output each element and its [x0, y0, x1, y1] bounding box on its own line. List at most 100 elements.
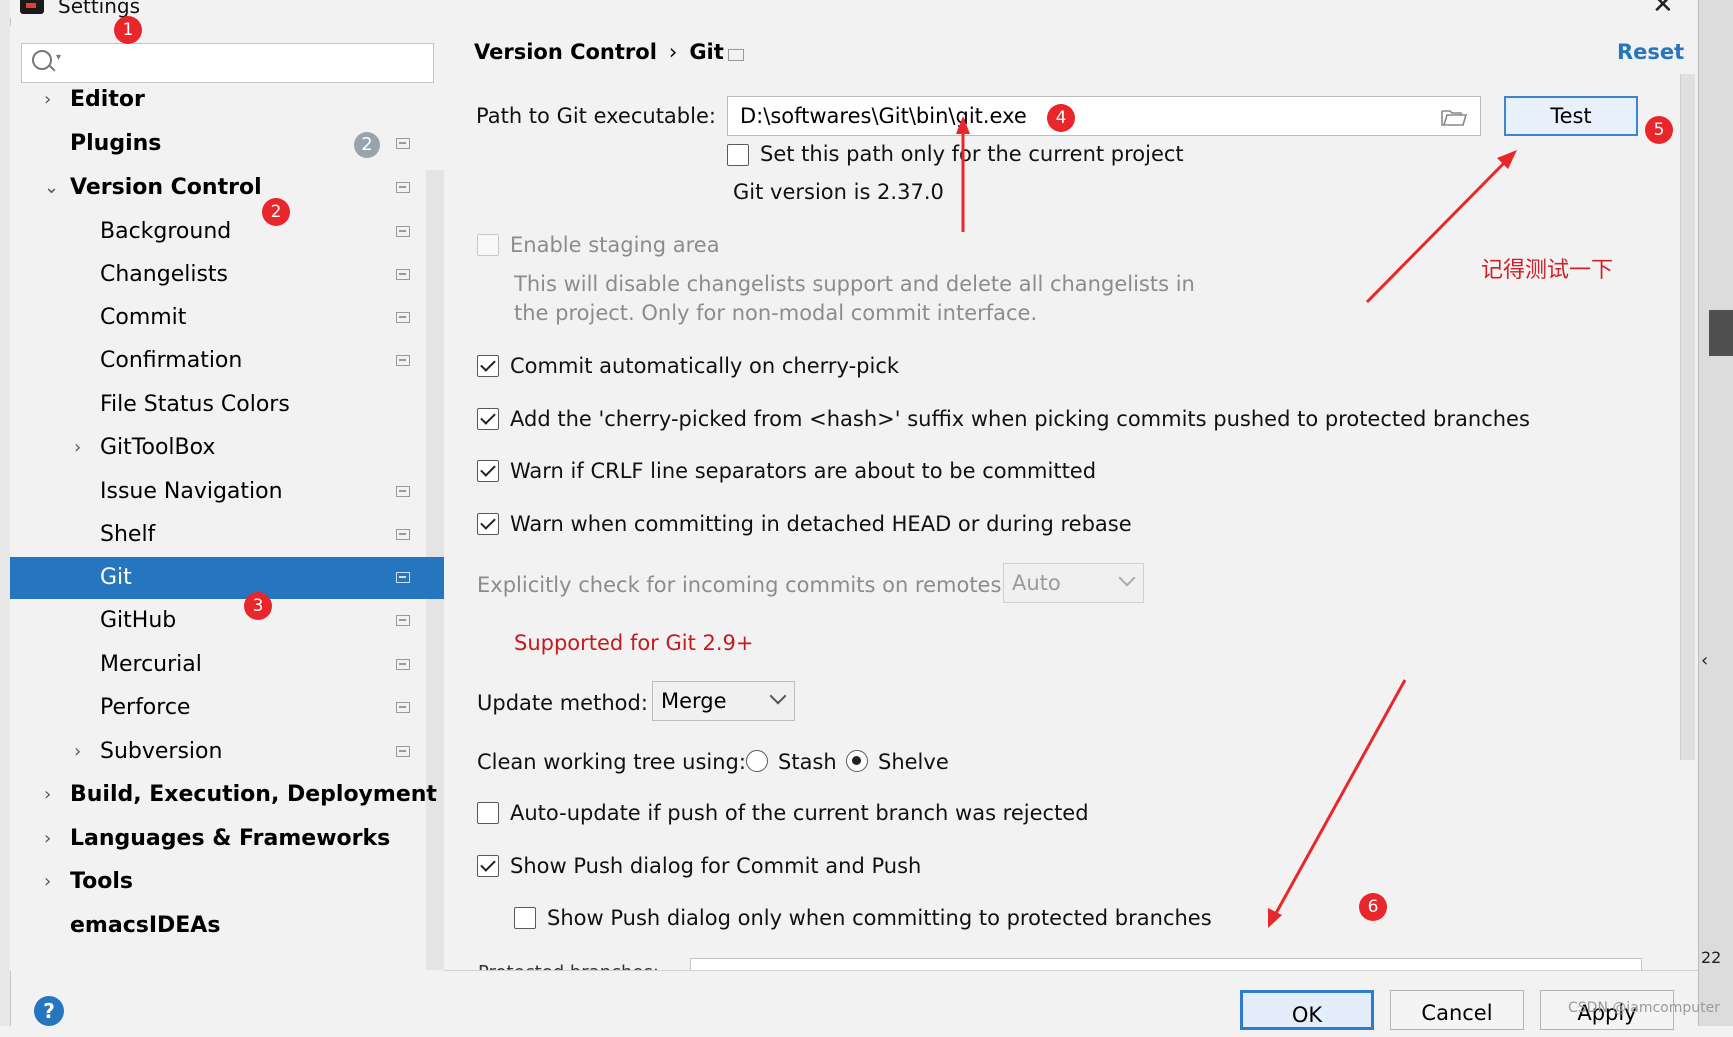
sidebar-item-github[interactable]: GitHub — [10, 600, 444, 642]
sidebar-item-label: Git — [100, 565, 132, 590]
cherry-pick-checkbox[interactable] — [477, 355, 499, 377]
project-scope-icon — [396, 182, 410, 193]
sidebar-item-label: Commit — [100, 305, 187, 330]
ok-button[interactable]: OK — [1240, 990, 1374, 1030]
auto-update-checkbox[interactable] — [477, 802, 499, 824]
suffix-label: Add the 'cherry-picked from <hash>' suff… — [510, 407, 1530, 431]
sidebar-item-issue-navigation[interactable]: Issue Navigation — [10, 471, 444, 513]
shelve-radio[interactable] — [846, 750, 868, 772]
desktop-right-edge: ‹ 22 — [1698, 0, 1733, 1026]
sidebar-item-label: Confirmation — [100, 348, 243, 373]
path-label: Path to Git executable: — [476, 104, 716, 128]
protected-branches-input[interactable] — [690, 958, 1642, 970]
git-path-input[interactable]: D:\softwares\Git\bin\git.exe — [727, 96, 1481, 136]
chevron-right-icon[interactable]: › — [44, 861, 51, 903]
desktop-chevron: ‹ — [1701, 650, 1709, 671]
staging-area-checkbox[interactable] — [477, 234, 499, 256]
test-button[interactable]: Test — [1504, 96, 1638, 136]
incoming-commits-select[interactable]: Auto — [1003, 563, 1144, 603]
sidebar-item-plugins[interactable]: Plugins 2 — [10, 123, 444, 165]
reset-link[interactable]: Reset — [1617, 40, 1684, 64]
incoming-commits-value: Auto — [1012, 571, 1061, 595]
sidebar-item-emacsideas[interactable]: emacsIDEAs — [10, 905, 444, 947]
annotation-badge-4: 4 — [1047, 104, 1075, 132]
sidebar-item-confirmation[interactable]: Confirmation — [10, 340, 444, 382]
chevron-right-icon[interactable]: › — [44, 818, 51, 860]
chevron-right-icon[interactable]: › — [74, 427, 81, 469]
project-scope-icon — [396, 746, 410, 757]
sidebar-item-label: Version Control — [70, 175, 262, 200]
detached-head-label: Warn when committing in detached HEAD or… — [510, 512, 1132, 536]
sidebar-item-commit[interactable]: Commit — [10, 297, 444, 339]
staging-area-label: Enable staging area — [510, 233, 720, 257]
show-push-checkbox[interactable] — [477, 855, 499, 877]
chevron-right-icon[interactable]: › — [74, 731, 81, 773]
sidebar-item-languages-frameworks[interactable]: › Languages & Frameworks — [10, 818, 444, 860]
close-window-button[interactable]: ✕ — [1652, 0, 1674, 20]
sidebar-item-label: Build, Execution, Deployment — [70, 782, 437, 807]
push-protected-label: Show Push dialog only when committing to… — [547, 906, 1212, 930]
title-bar — [10, 0, 1698, 18]
annotation-badge-3: 3 — [244, 592, 272, 620]
sidebar-item-git[interactable]: Git — [10, 557, 444, 599]
sidebar-item-file-status-colors[interactable]: File Status Colors — [10, 384, 444, 426]
update-method-label: Update method: — [477, 691, 648, 715]
sidebar-item-background[interactable]: Background — [10, 211, 444, 253]
help-button[interactable]: ? — [34, 996, 64, 1026]
desktop-dark-block — [1709, 310, 1733, 356]
sidebar-item-editor[interactable]: › Editor — [10, 79, 444, 121]
annotation-badge-2: 2 — [262, 198, 290, 226]
sidebar-item-tools[interactable]: › Tools — [10, 861, 444, 903]
push-protected-checkbox[interactable] — [514, 907, 536, 929]
auto-update-label: Auto-update if push of the current branc… — [510, 801, 1089, 825]
project-scope-icon — [396, 529, 410, 540]
sidebar-item-mercurial[interactable]: Mercurial — [10, 644, 444, 686]
suffix-checkbox[interactable] — [477, 408, 499, 430]
sidebar-item-label: Changelists — [100, 262, 229, 287]
breadcrumb-version-control[interactable]: Version Control — [474, 40, 657, 64]
current-project-checkbox[interactable] — [727, 144, 749, 166]
sidebar-item-label: Tools — [70, 869, 133, 894]
stash-radio[interactable] — [746, 750, 768, 772]
intellij-app-icon — [20, 0, 44, 14]
sidebar-item-label: Background — [100, 219, 232, 244]
cancel-button[interactable]: Cancel — [1390, 990, 1524, 1030]
cherry-pick-label: Commit automatically on cherry-pick — [510, 354, 900, 378]
sidebar-item-perforce[interactable]: Perforce — [10, 687, 444, 729]
browse-folder-icon[interactable] — [1441, 108, 1467, 126]
chevron-right-icon[interactable]: › — [44, 79, 51, 121]
sidebar-item-label: emacsIDEAs — [70, 913, 221, 938]
incoming-commits-label: Explicitly check for incoming commits on… — [477, 573, 1009, 597]
crlf-label: Warn if CRLF line separators are about t… — [510, 459, 1097, 483]
update-method-select[interactable]: Merge — [652, 681, 795, 721]
crlf-checkbox[interactable] — [477, 460, 499, 482]
sidebar-item-version-control[interactable]: ⌄ Version Control — [10, 167, 444, 209]
project-scope-icon — [728, 49, 744, 61]
sidebar-item-label: Editor — [70, 87, 145, 112]
chevron-right-icon[interactable]: › — [44, 774, 51, 816]
project-scope-icon — [396, 702, 410, 713]
settings-search-input[interactable]: ▾ — [21, 43, 434, 83]
detached-head-checkbox[interactable] — [477, 513, 499, 535]
annotation-badge-1: 1 — [114, 16, 142, 44]
breadcrumb-separator: › — [668, 40, 678, 64]
bottom-separator — [444, 970, 1698, 971]
sidebar-item-build-execution-deployment[interactable]: › Build, Execution, Deployment — [10, 774, 444, 816]
chevron-down-icon[interactable]: ⌄ — [44, 167, 59, 209]
sidebar-item-changelists[interactable]: Changelists — [10, 254, 444, 296]
sidebar-item-label: File Status Colors — [100, 392, 290, 417]
project-scope-icon — [396, 486, 410, 497]
sidebar-item-label: GitHub — [100, 608, 177, 633]
sidebar-item-label: Languages & Frameworks — [70, 826, 391, 851]
sidebar-item-label: Issue Navigation — [100, 479, 283, 504]
annotation-badge-6: 6 — [1359, 893, 1387, 921]
sidebar-item-subversion[interactable]: › Subversion — [10, 731, 444, 773]
project-scope-icon — [396, 659, 410, 670]
sidebar-item-gittoolbox[interactable]: › GitToolBox — [10, 427, 444, 469]
sidebar-item-shelf[interactable]: Shelf — [10, 514, 444, 556]
staging-desc-line-1: This will disable changelists support an… — [514, 272, 1195, 296]
search-dropdown-icon[interactable]: ▾ — [56, 52, 61, 63]
current-project-label: Set this path only for the current proje… — [760, 142, 1184, 166]
sidebar-item-label: Subversion — [100, 739, 223, 764]
main-scrollbar[interactable] — [1680, 74, 1695, 760]
